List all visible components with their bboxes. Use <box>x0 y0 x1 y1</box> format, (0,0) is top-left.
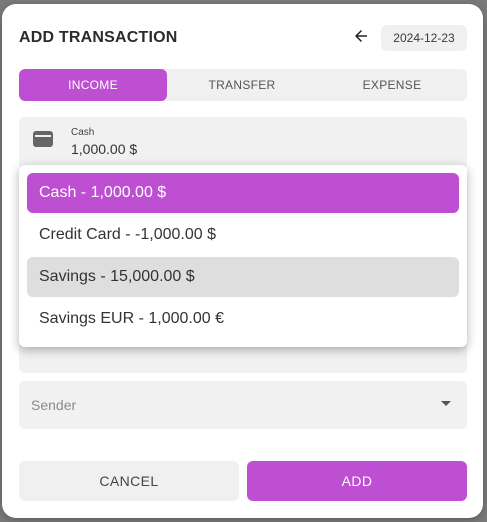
cancel-button[interactable]: CANCEL <box>19 461 239 501</box>
sender-placeholder: Sender <box>31 397 77 413</box>
add-button[interactable]: ADD <box>247 461 467 501</box>
account-label: Cash <box>71 127 95 138</box>
account-dropdown-menu: Cash - 1,000.00 $ Credit Card - -1,000.0… <box>19 165 467 347</box>
sender-select[interactable]: Sender <box>19 381 467 429</box>
menu-item-cash[interactable]: Cash - 1,000.00 $ <box>27 173 459 213</box>
arrow-left-icon[interactable] <box>352 27 370 45</box>
dialog-title: ADD TRANSACTION <box>19 29 178 46</box>
menu-item-credit-card[interactable]: Credit Card - -1,000.00 $ <box>27 215 459 255</box>
wallet-icon <box>33 131 53 147</box>
chevron-down-icon <box>441 401 451 406</box>
account-value: 1,000.00 $ <box>71 141 138 157</box>
tab-transfer[interactable]: TRANSFER <box>167 69 317 101</box>
transaction-type-tabs: INCOME TRANSFER EXPENSE <box>19 69 467 101</box>
account-select[interactable]: Cash 1,000.00 $ <box>19 117 467 169</box>
menu-item-savings[interactable]: Savings - 15,000.00 $ <box>27 257 459 297</box>
menu-item-savings-eur[interactable]: Savings EUR - 1,000.00 € <box>27 299 459 339</box>
date-chip[interactable]: 2024-12-23 <box>381 25 467 51</box>
tab-expense[interactable]: EXPENSE <box>317 69 467 101</box>
add-transaction-dialog: ADD TRANSACTION 2024-12-23 INCOME TRANSF… <box>2 4 483 518</box>
tab-income[interactable]: INCOME <box>19 69 167 101</box>
